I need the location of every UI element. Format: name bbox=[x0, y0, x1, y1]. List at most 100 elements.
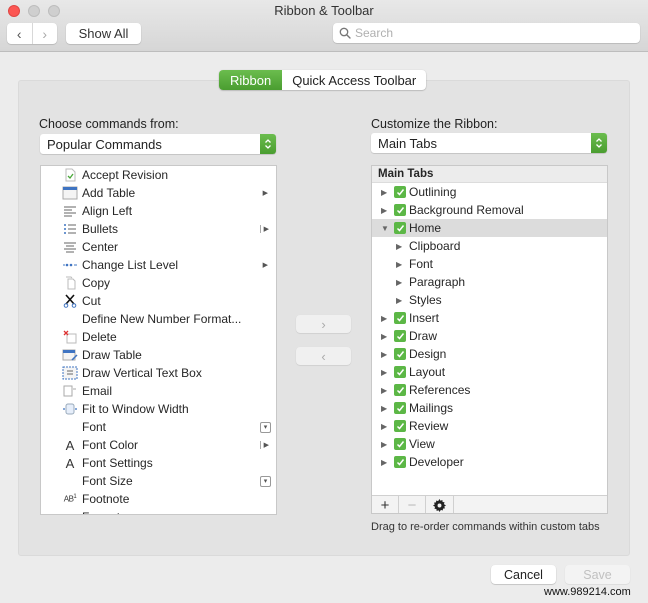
disclosure-expanded-icon[interactable]: ▼ bbox=[381, 224, 389, 233]
tab-checkbox[interactable] bbox=[394, 366, 406, 378]
tab-checkbox[interactable] bbox=[394, 438, 406, 450]
blank-icon bbox=[62, 473, 78, 489]
command-item[interactable]: Format... bbox=[41, 508, 276, 514]
command-item[interactable]: Accept Revision bbox=[41, 166, 276, 184]
email-icon bbox=[62, 383, 78, 399]
commands-list[interactable]: Accept Revision Add Table ▶ Align Left Bulle… bbox=[40, 165, 277, 515]
command-item[interactable]: Email bbox=[41, 382, 276, 400]
command-item[interactable]: Define New Number Format... bbox=[41, 310, 276, 328]
add-tab-button[interactable]: + bbox=[372, 496, 399, 513]
tab-checkbox[interactable] bbox=[394, 402, 406, 414]
tab-checkbox[interactable] bbox=[394, 186, 406, 198]
ribbon-tab-item[interactable]: ▶ Design bbox=[372, 345, 607, 363]
search-field[interactable] bbox=[333, 23, 640, 43]
tab-checkbox[interactable] bbox=[394, 330, 406, 342]
command-item[interactable]: Draw Table bbox=[41, 346, 276, 364]
disclosure-collapsed-icon[interactable]: ▶ bbox=[381, 404, 389, 413]
ribbon-tab-item[interactable]: ▶ View bbox=[372, 435, 607, 453]
disclosure-collapsed-icon[interactable]: ▶ bbox=[381, 368, 389, 377]
tree-item-label: Home bbox=[409, 221, 442, 235]
disclosure-collapsed-icon[interactable]: ▶ bbox=[396, 296, 404, 305]
disclosure-collapsed-icon[interactable]: ▶ bbox=[381, 350, 389, 359]
command-item[interactable]: Change List Level ▶ bbox=[41, 256, 276, 274]
command-label: Fit to Window Width bbox=[82, 402, 189, 416]
tab-checkbox[interactable] bbox=[394, 348, 406, 360]
forward-button[interactable]: › bbox=[31, 23, 58, 44]
scissors-icon bbox=[62, 293, 78, 309]
disclosure-collapsed-icon[interactable]: ▶ bbox=[396, 242, 404, 251]
bullets-icon bbox=[62, 221, 78, 237]
select-stepper-icon bbox=[591, 133, 607, 153]
command-item[interactable]: Font Size ▾ bbox=[41, 472, 276, 490]
ribbon-tab-item[interactable]: ▶ Background Removal bbox=[372, 201, 607, 219]
command-label: Font Size bbox=[82, 474, 133, 488]
ribbon-tab-item[interactable]: ▶ Developer bbox=[372, 453, 607, 471]
command-item[interactable]: Copy bbox=[41, 274, 276, 292]
add-command-button[interactable]: › bbox=[296, 315, 351, 333]
ribbon-group-item[interactable]: ▶ Font bbox=[372, 255, 607, 273]
remove-command-button[interactable]: ‹ bbox=[296, 347, 351, 365]
disclosure-collapsed-icon[interactable]: ▶ bbox=[396, 278, 404, 287]
command-item[interactable]: A Font Color ▶ bbox=[41, 436, 276, 454]
ribbon-tab-item[interactable]: ▶ Review bbox=[372, 417, 607, 435]
disclosure-collapsed-icon[interactable]: ▶ bbox=[381, 386, 389, 395]
command-item[interactable]: Cut bbox=[41, 292, 276, 310]
commands-source-select[interactable]: Popular Commands bbox=[40, 134, 276, 154]
command-item[interactable]: AB1 Footnote bbox=[41, 490, 276, 508]
command-item[interactable]: Align Left bbox=[41, 202, 276, 220]
tab-checkbox[interactable] bbox=[394, 384, 406, 396]
save-button[interactable]: Save bbox=[565, 565, 630, 584]
disclosure-collapsed-icon[interactable]: ▶ bbox=[381, 314, 389, 323]
command-item[interactable]: A Font Settings bbox=[41, 454, 276, 472]
submenu-arrow-icon: ▶ bbox=[259, 225, 269, 233]
ribbon-tab-item[interactable]: ▶ Insert bbox=[372, 309, 607, 327]
disclosure-collapsed-icon[interactable]: ▶ bbox=[396, 260, 404, 269]
tree-item-label: Font bbox=[409, 257, 434, 271]
command-label: Copy bbox=[82, 276, 111, 290]
tab-quick-access-toolbar[interactable]: Quick Access Toolbar bbox=[282, 70, 426, 90]
ribbon-group-item[interactable]: ▶ Clipboard bbox=[372, 237, 607, 255]
ribbon-tree[interactable]: Main Tabs ▶ Outlining ▶ Background Removal ▼… bbox=[371, 165, 608, 514]
search-input[interactable] bbox=[355, 26, 625, 40]
ribbon-tabs-value: Main Tabs bbox=[378, 135, 438, 151]
command-item[interactable]: Center bbox=[41, 238, 276, 256]
ribbon-group-item[interactable]: ▶ Styles bbox=[372, 291, 607, 309]
disclosure-collapsed-icon[interactable]: ▶ bbox=[381, 206, 389, 215]
reorder-hint: Drag to re-order commands within custom … bbox=[371, 521, 600, 533]
command-item[interactable]: Add Table ▶ bbox=[41, 184, 276, 202]
ribbon-group-item[interactable]: ▶ Paragraph bbox=[372, 273, 607, 291]
back-button[interactable]: ‹ bbox=[7, 23, 32, 44]
tab-options-button[interactable] bbox=[426, 496, 454, 513]
ribbon-tab-item[interactable]: ▶ Layout bbox=[372, 363, 607, 381]
ribbon-tab-item[interactable]: ▶ Outlining bbox=[372, 183, 607, 201]
ribbon-tab-item[interactable]: ▶ References bbox=[372, 381, 607, 399]
show-all-button[interactable]: Show All bbox=[66, 23, 141, 44]
align-center-icon bbox=[62, 239, 78, 255]
tab-checkbox[interactable] bbox=[394, 456, 406, 468]
cancel-button[interactable]: Cancel bbox=[491, 565, 556, 584]
command-item[interactable]: Font ▾ bbox=[41, 418, 276, 436]
command-item[interactable]: Draw Vertical Text Box bbox=[41, 364, 276, 382]
tab-checkbox[interactable] bbox=[394, 204, 406, 216]
disclosure-collapsed-icon[interactable]: ▶ bbox=[381, 422, 389, 431]
font-color-icon: A bbox=[65, 437, 75, 453]
command-item[interactable]: Bullets ▶ bbox=[41, 220, 276, 238]
remove-tab-button[interactable]: − bbox=[399, 496, 426, 513]
select-stepper-icon bbox=[260, 134, 276, 154]
disclosure-collapsed-icon[interactable]: ▶ bbox=[381, 188, 389, 197]
disclosure-collapsed-icon[interactable]: ▶ bbox=[381, 458, 389, 467]
ribbon-tab-item[interactable]: ▶ Draw bbox=[372, 327, 607, 345]
ribbon-tab-item[interactable]: ▼ Home bbox=[372, 219, 607, 237]
tab-ribbon[interactable]: Ribbon bbox=[219, 70, 283, 90]
tab-checkbox[interactable] bbox=[394, 420, 406, 432]
ribbon-tab-item[interactable]: ▶ Mailings bbox=[372, 399, 607, 417]
tab-checkbox[interactable] bbox=[394, 222, 406, 234]
command-label: Font Settings bbox=[82, 456, 153, 470]
align-left-icon bbox=[62, 203, 78, 219]
command-item[interactable]: Fit to Window Width bbox=[41, 400, 276, 418]
ribbon-tabs-select[interactable]: Main Tabs bbox=[371, 133, 607, 153]
tab-checkbox[interactable] bbox=[394, 312, 406, 324]
disclosure-collapsed-icon[interactable]: ▶ bbox=[381, 332, 389, 341]
disclosure-collapsed-icon[interactable]: ▶ bbox=[381, 440, 389, 449]
command-item[interactable]: Delete bbox=[41, 328, 276, 346]
